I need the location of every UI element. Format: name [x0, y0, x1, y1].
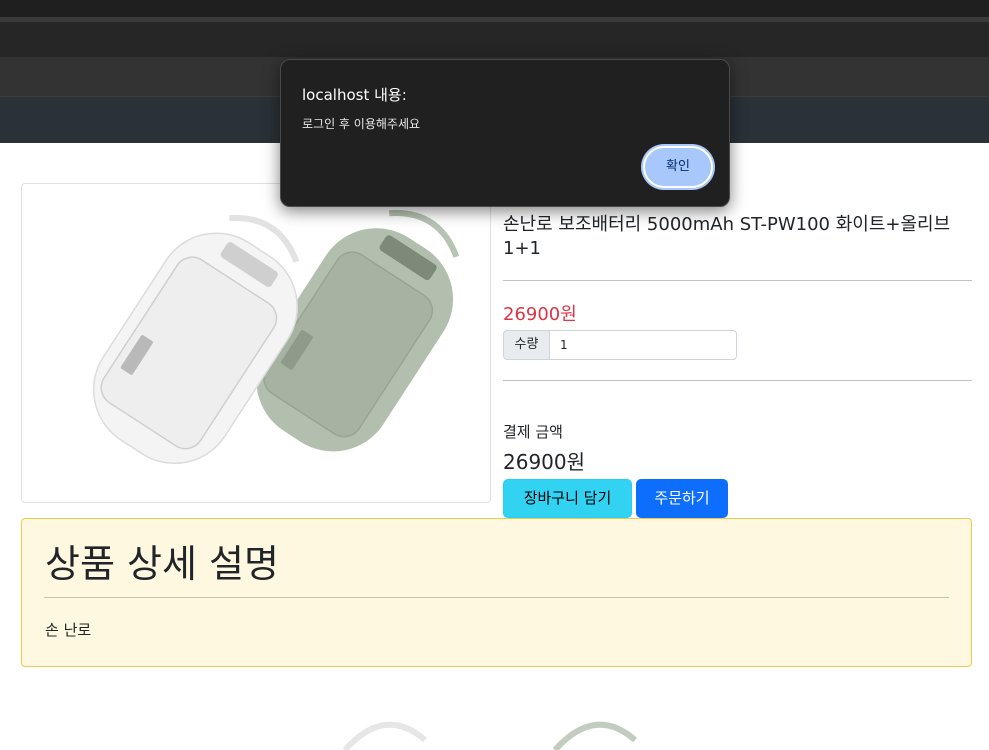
total-label: 결제 금액 [503, 423, 563, 441]
detail-text: 손 난로 [45, 621, 92, 639]
dialog-message: 로그인 후 이용해주세요 [302, 117, 421, 131]
ok-button[interactable]: 확인 [643, 146, 713, 188]
alert-dialog: localhost 내용: 로그인 후 이용해주세요 확인 [280, 59, 730, 207]
power-bank-illustration [92, 210, 460, 465]
product-image [21, 183, 491, 503]
product-detail-section: 상품 상세 설명 손 난로 [21, 518, 972, 667]
quantity-label: 수량 [503, 330, 549, 360]
quantity-group: 수량 [503, 330, 737, 360]
order-button[interactable]: 주문하기 [636, 479, 728, 518]
product-price: 26900원 [503, 304, 577, 325]
divider [44, 597, 949, 598]
browser-tab-strip [0, 22, 989, 57]
dialog-title: localhost 내용: [302, 86, 407, 104]
product-title: 손난로 보조배터리 5000mAh ST-PW100 화이트+올리브 1+1 [503, 214, 951, 259]
divider [503, 380, 972, 381]
add-to-cart-button[interactable]: 장바구니 담기 [503, 479, 632, 518]
quantity-input[interactable] [549, 330, 737, 360]
detail-title: 상품 상세 설명 [45, 542, 279, 586]
browser-title-bar [0, 0, 989, 17]
detail-image [0, 690, 989, 750]
total-value: 26900원 [503, 450, 586, 474]
divider [503, 280, 972, 281]
